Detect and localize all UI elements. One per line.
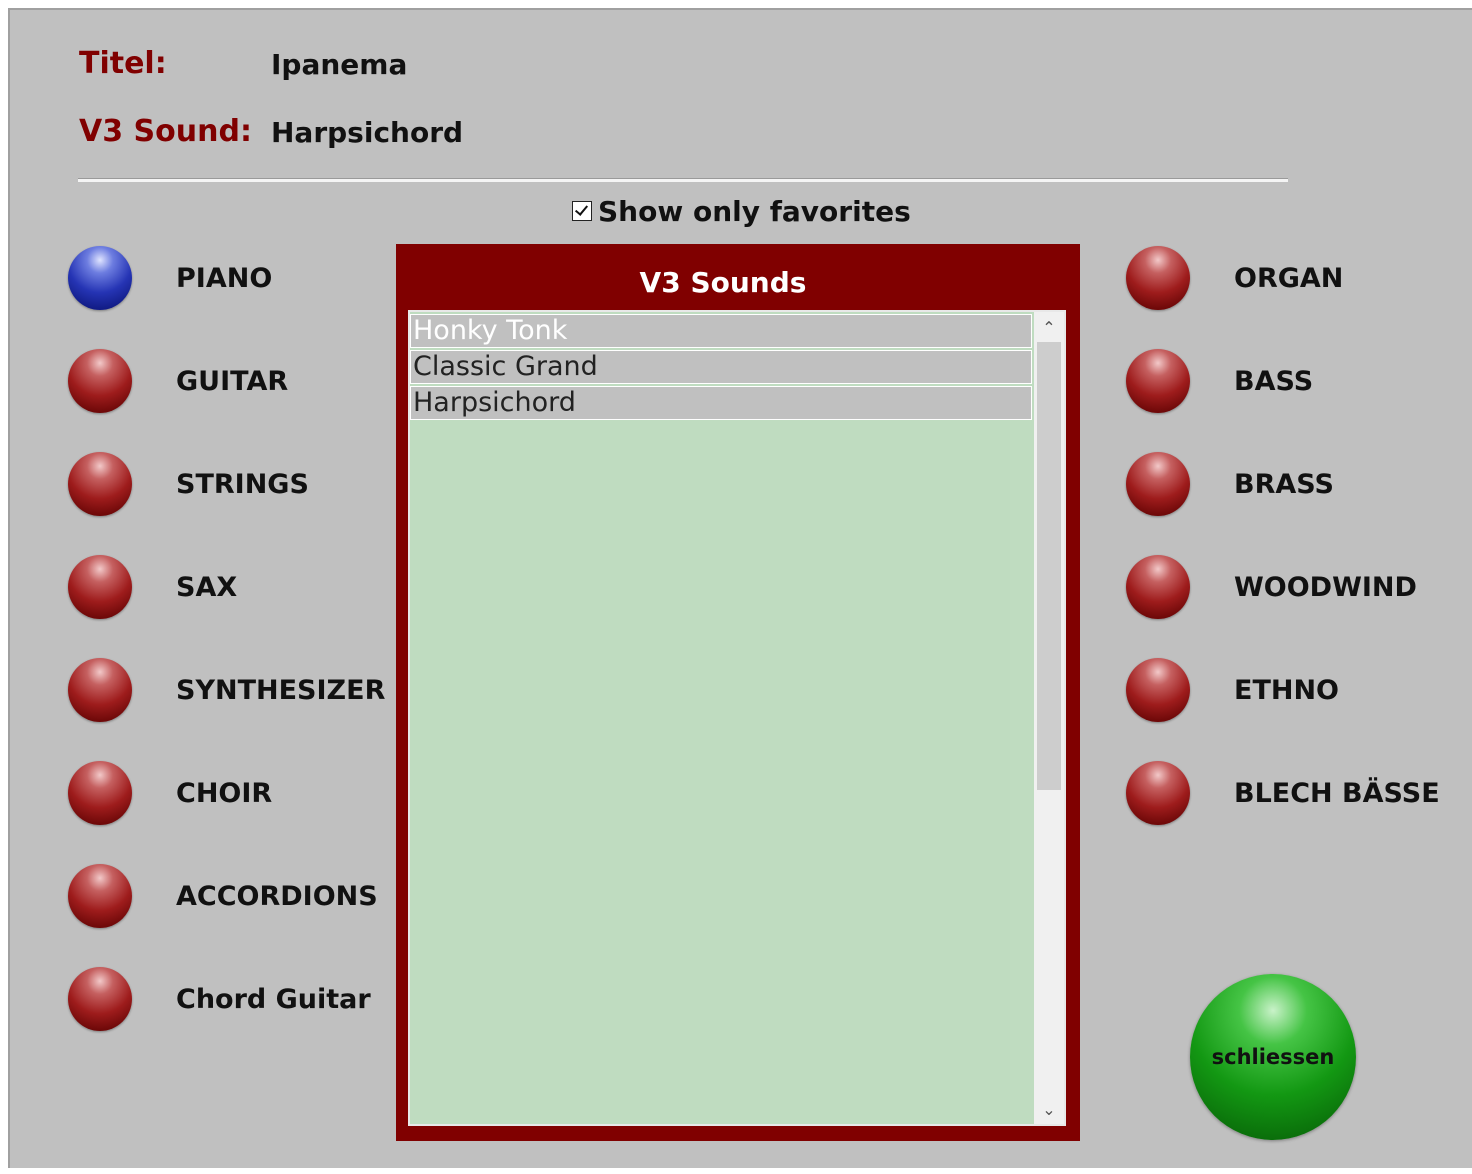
chord-guitar-button-icon[interactable] xyxy=(68,967,132,1031)
category-label: BRASS xyxy=(1234,468,1334,500)
blech-baesse-button-icon[interactable] xyxy=(1126,761,1190,825)
guitar-button-icon[interactable] xyxy=(68,349,132,413)
woodwind-button-icon[interactable] xyxy=(1126,555,1190,619)
category-brass[interactable]: BRASS xyxy=(1126,452,1334,516)
category-label: SAX xyxy=(176,571,238,603)
bass-button-icon[interactable] xyxy=(1126,349,1190,413)
organ-button-icon[interactable] xyxy=(1126,246,1190,310)
category-label: GUITAR xyxy=(176,365,289,397)
close-button-label: schliessen xyxy=(1211,1045,1335,1069)
category-accordions[interactable]: ACCORDIONS xyxy=(68,864,378,928)
favorites-label: Show only favorites xyxy=(598,194,911,228)
category-label: STRINGS xyxy=(176,468,309,500)
choir-button-icon[interactable] xyxy=(68,761,132,825)
scroll-down-icon[interactable]: ⌄ xyxy=(1034,1094,1064,1124)
category-organ[interactable]: ORGAN xyxy=(1126,246,1343,310)
list-item[interactable]: Honky Tonk xyxy=(410,314,1032,348)
panel-title: V3 Sounds xyxy=(639,266,807,299)
synthesizer-button-icon[interactable] xyxy=(68,658,132,722)
accordions-button-icon[interactable] xyxy=(68,864,132,928)
category-label: Chord Guitar xyxy=(176,983,371,1015)
sound-panel: V3 Sounds Honky Tonk Classic Grand Harps… xyxy=(396,244,1080,1141)
favorites-checkbox[interactable] xyxy=(572,201,592,221)
category-chord-guitar[interactable]: Chord Guitar xyxy=(68,967,371,1031)
category-bass[interactable]: BASS xyxy=(1126,349,1313,413)
piano-button-icon[interactable] xyxy=(68,246,132,310)
category-blech-baesse[interactable]: BLECH BÄSSE xyxy=(1126,761,1440,825)
category-label: CHOIR xyxy=(176,777,273,809)
category-label: ORGAN xyxy=(1234,262,1344,294)
category-label: ACCORDIONS xyxy=(176,880,378,912)
category-label: PIANO xyxy=(176,262,273,294)
category-label: BLECH BÄSSE xyxy=(1234,777,1440,809)
sound-label: V3 Sound: xyxy=(79,114,252,149)
close-button[interactable]: schliessen xyxy=(1190,974,1356,1140)
category-label: BASS xyxy=(1234,365,1314,397)
category-label: ETHNO xyxy=(1234,674,1340,706)
category-label: SYNTHESIZER xyxy=(176,674,386,706)
category-strings[interactable]: STRINGS xyxy=(68,452,309,516)
sound-value: Harpsichord xyxy=(271,116,464,149)
category-woodwind[interactable]: WOODWIND xyxy=(1126,555,1417,619)
list-item[interactable]: Harpsichord xyxy=(410,386,1032,420)
category-synthesizer[interactable]: SYNTHESIZER xyxy=(68,658,385,722)
title-label: Titel: xyxy=(79,46,167,81)
favorites-toggle[interactable]: Show only favorites xyxy=(572,194,911,228)
list-item[interactable]: Classic Grand xyxy=(410,350,1032,384)
category-ethno[interactable]: ETHNO xyxy=(1126,658,1339,722)
category-guitar[interactable]: GUITAR xyxy=(68,349,288,413)
ethno-button-icon[interactable] xyxy=(1126,658,1190,722)
category-label: WOODWIND xyxy=(1234,571,1417,603)
category-choir[interactable]: CHOIR xyxy=(68,761,272,825)
category-sax[interactable]: SAX xyxy=(68,555,237,619)
title-value: Ipanema xyxy=(271,48,408,81)
sax-button-icon[interactable] xyxy=(68,555,132,619)
scrollbar[interactable]: ⌃ ⌄ xyxy=(1034,312,1064,1124)
brass-button-icon[interactable] xyxy=(1126,452,1190,516)
scrollbar-thumb[interactable] xyxy=(1037,342,1061,790)
strings-button-icon[interactable] xyxy=(68,452,132,516)
divider xyxy=(78,178,1288,182)
sound-list[interactable]: Honky Tonk Classic Grand Harpsichord ⌃ ⌄ xyxy=(408,310,1066,1126)
scroll-up-icon[interactable]: ⌃ xyxy=(1034,312,1064,342)
category-piano[interactable]: PIANO xyxy=(68,246,272,310)
